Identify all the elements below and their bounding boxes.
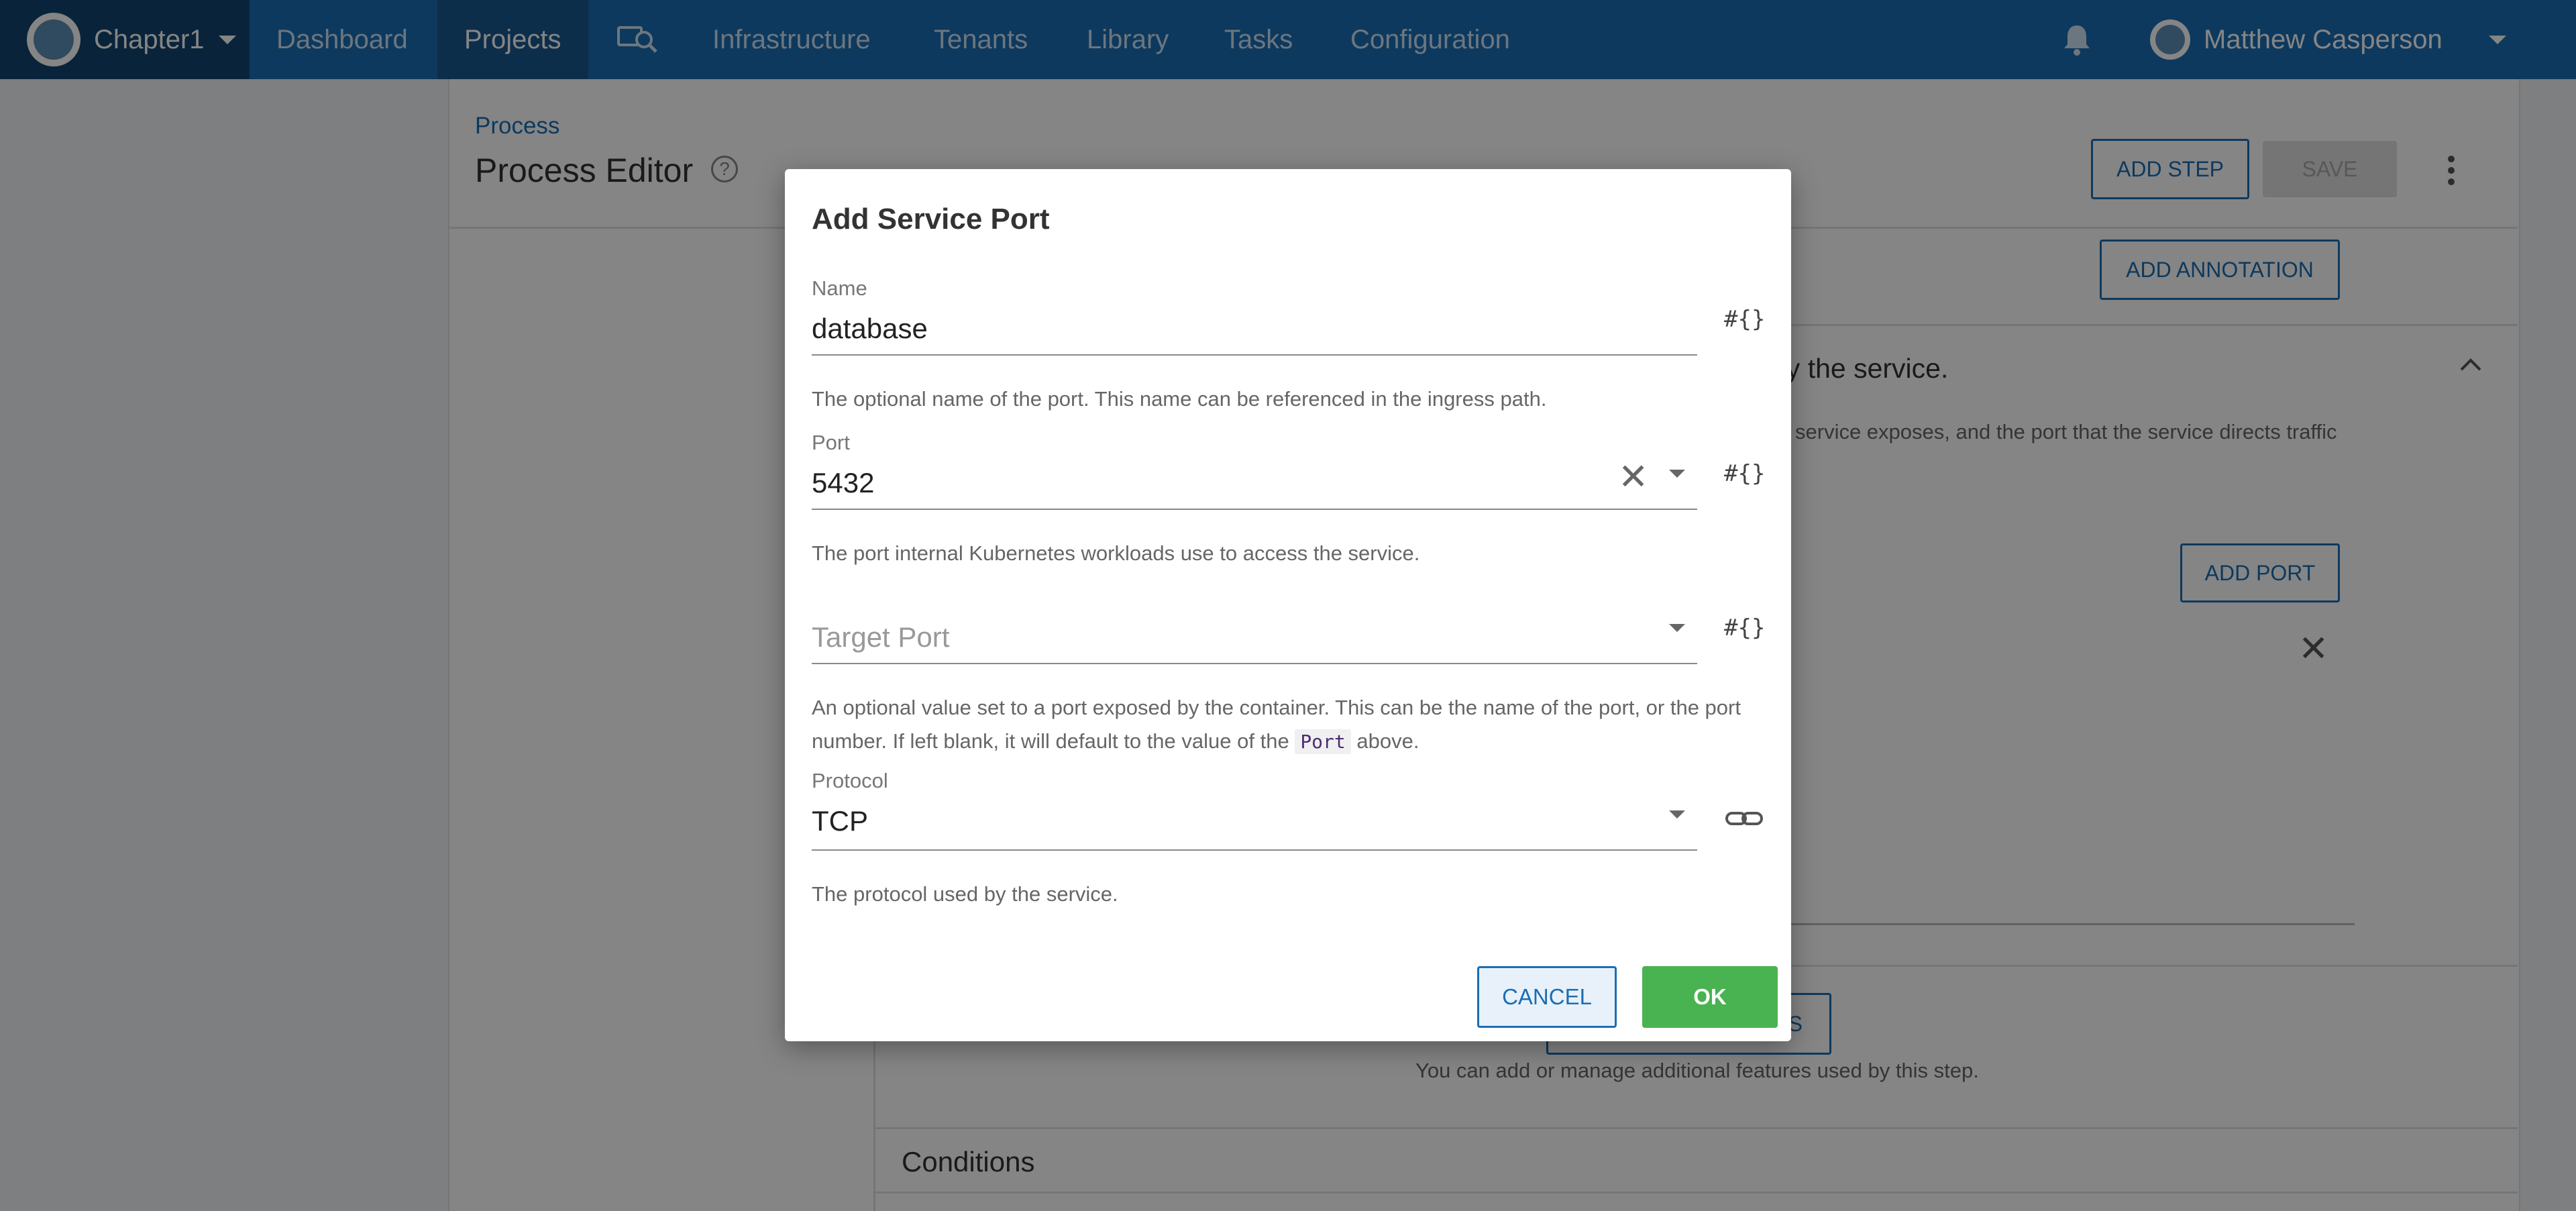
name-field-underline: [812, 354, 1697, 356]
helper-text-part: above.: [1356, 729, 1419, 753]
link-icon[interactable]: [1724, 805, 1764, 832]
dropdown-arrow-icon[interactable]: [1669, 810, 1685, 819]
name-label: Name: [812, 276, 867, 300]
port-label: Port: [812, 431, 850, 454]
variable-insert-icon[interactable]: #{}: [1724, 460, 1765, 487]
port-field[interactable]: 5432: [812, 467, 874, 499]
target-port-underline: [812, 663, 1697, 664]
name-field[interactable]: database: [812, 313, 928, 345]
protocol-select[interactable]: TCP: [812, 805, 868, 837]
protocol-helper-text: The protocol used by the service.: [812, 882, 1118, 906]
dialog-title: Add Service Port: [812, 203, 1050, 235]
port-field-underline: [812, 509, 1697, 510]
port-helper-text: The port internal Kubernetes workloads u…: [812, 541, 1420, 565]
cancel-button[interactable]: CANCEL: [1477, 966, 1617, 1028]
name-helper-text: The optional name of the port. This name…: [812, 387, 1547, 411]
clear-icon[interactable]: ✕: [1618, 459, 1648, 495]
dropdown-arrow-icon[interactable]: [1669, 624, 1685, 632]
port-code-snippet: Port: [1295, 729, 1351, 754]
variable-insert-icon[interactable]: #{}: [1724, 306, 1765, 333]
protocol-field-underline: [812, 849, 1697, 851]
add-service-port-dialog: Add Service Port Name database #{} The o…: [785, 169, 1791, 1041]
ok-button[interactable]: OK: [1642, 966, 1778, 1028]
protocol-label: Protocol: [812, 769, 888, 792]
helper-text-part: An optional value set to a port exposed …: [812, 696, 1741, 753]
dropdown-arrow-icon[interactable]: [1669, 470, 1685, 478]
target-port-helper-text: An optional value set to a port exposed …: [812, 691, 1764, 759]
variable-insert-icon[interactable]: #{}: [1724, 615, 1765, 641]
target-port-field[interactable]: Target Port: [812, 621, 949, 653]
